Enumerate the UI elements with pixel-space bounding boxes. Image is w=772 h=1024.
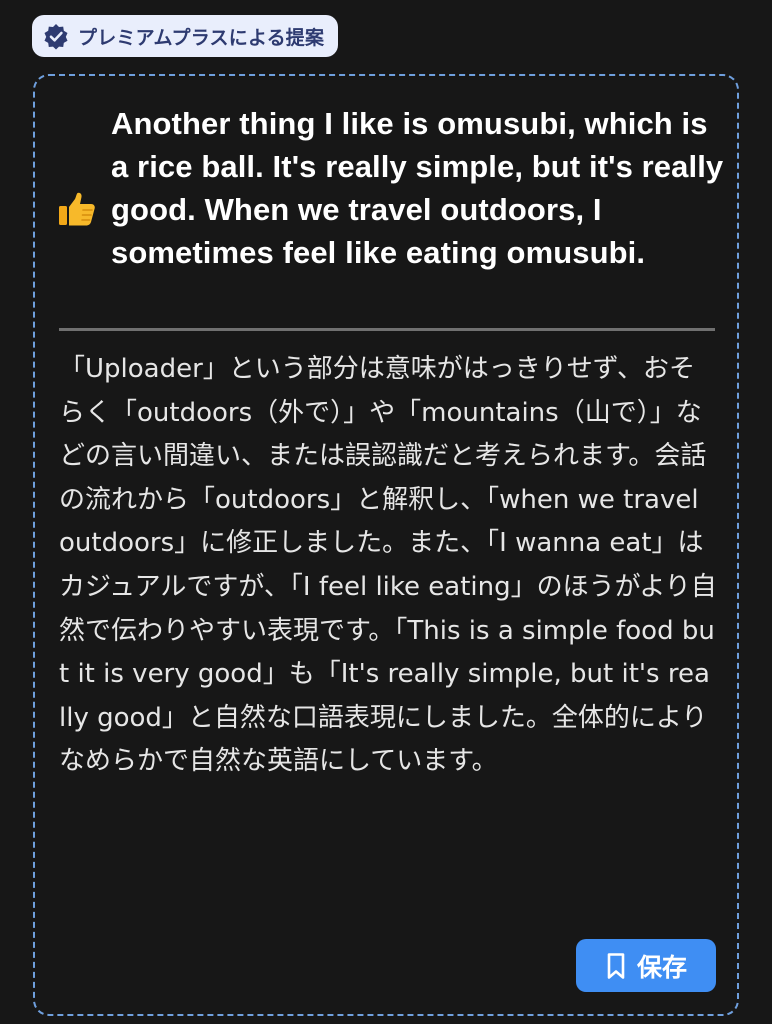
bookmark-icon — [607, 952, 625, 979]
premium-plus-badge: プレミアムプラスによる提案 — [32, 15, 339, 57]
badge-label: プレミアムプラスによる提案 — [78, 26, 325, 49]
explanation-text: 「Uploader」という部分は意味がはっきりせず、おそらく「outdoors（… — [59, 354, 717, 777]
suggested-sentence: Another thing I like is omusubi, which i… — [111, 106, 724, 270]
thumbs-up-icon — [59, 192, 95, 226]
suggestion-card: Another thing I like is omusubi, which i… — [33, 74, 739, 1016]
save-button[interactable]: 保存 — [576, 939, 716, 992]
verified-badge-icon — [44, 24, 68, 50]
save-button-label: 保存 — [636, 952, 687, 982]
divider — [59, 328, 715, 331]
